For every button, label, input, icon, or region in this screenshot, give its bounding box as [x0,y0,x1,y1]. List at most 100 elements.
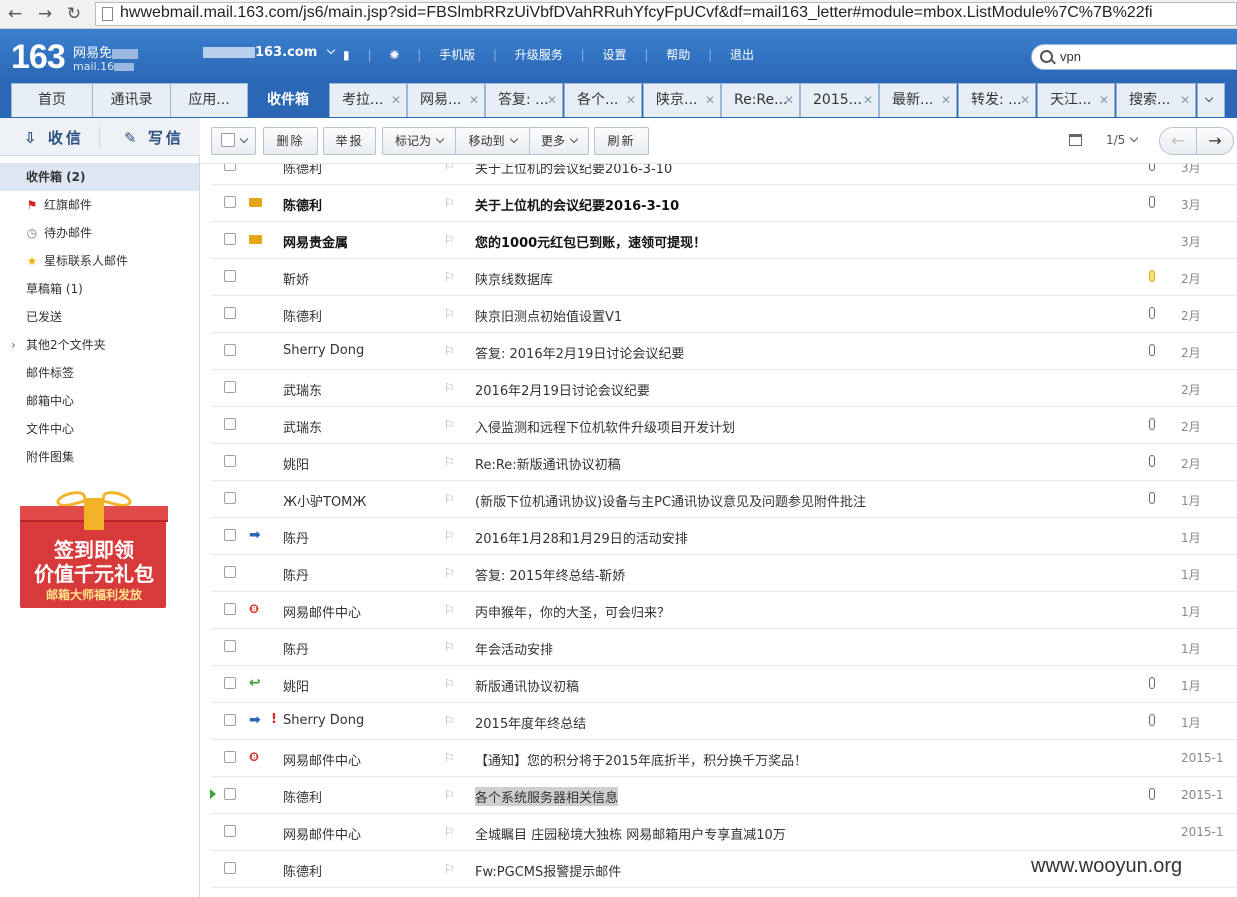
search-icon[interactable] [1040,50,1053,63]
search-box[interactable] [1031,44,1237,70]
mail-sender[interactable]: 网易邮件中心 [283,824,361,843]
mail-subject[interactable]: 您的1000元红包已到账，速领可提现！ [475,232,706,251]
mail-row[interactable]: 陈丹 ⚐ 答复: 2015年终总结-靳娇 1月 [211,555,1237,592]
settings-link[interactable]: 设置 [603,48,627,62]
attachment-icon[interactable] [1149,455,1155,467]
close-icon[interactable]: ✕ [784,84,794,116]
mail-sender[interactable]: 陈德利 [283,164,322,177]
flag-outline-icon[interactable]: ⚐ [444,270,455,284]
mail-subject[interactable]: 【通知】您的积分将于2015年底折半，积分换千万奖品！ [475,750,807,769]
folder-sent[interactable]: 已发送 [0,303,199,331]
flag-outline-icon[interactable]: ⚐ [444,862,455,876]
close-icon[interactable]: ✕ [941,84,951,116]
mail-subject[interactable]: 答复: 2015年终总结-靳娇 [475,565,625,584]
mail-checkbox[interactable] [224,677,236,689]
mail-subject[interactable]: 2016年1月28和1月29日的活动安排 [475,528,688,547]
tab-mail[interactable]: 2015... ✕ [800,83,879,117]
folder-mail-center[interactable]: 邮箱中心 [0,387,199,415]
mail-subject[interactable]: 各个系统服务器相关信息 [475,787,619,806]
close-icon[interactable]: ✕ [1020,84,1030,116]
close-icon[interactable]: ✕ [863,84,873,116]
flag-outline-icon[interactable]: ⚐ [444,640,455,654]
mail-checkbox[interactable] [224,714,236,726]
tab-mail[interactable]: 转发: ... ✕ [958,83,1036,117]
mail-checkbox[interactable] [224,566,236,578]
mail-row[interactable]: 网易邮件中心 ⚐ 全城瞩目 庄园秘境大独栋 网易邮箱用户专享直减10万 2015-1 [211,814,1237,851]
flag-outline-icon[interactable]: ⚐ [444,677,455,691]
mail-row[interactable]: 靳娇 ⚐ 陕京线数据库 2月 [211,259,1237,296]
mail-row[interactable]: ❽ 网易邮件中心 ⚐ 丙申猴年，你的大圣，可会归来？ 1月 [211,592,1237,629]
flag-outline-icon[interactable]: ⚐ [444,529,455,543]
mail-subject[interactable]: (新版下位机通讯协议)设备与主PC通讯协议意见及问题参见附件批注 [475,491,866,510]
forward-icon[interactable]: → [34,3,56,25]
flag-outline-icon[interactable]: ⚐ [444,788,455,802]
upgrade-link[interactable]: 升级服务 [515,48,563,62]
select-all-checkbox[interactable] [220,133,235,147]
flag-outline-icon[interactable]: ⚐ [444,233,455,247]
mail-row[interactable]: 姚阳 ⚐ Re:Re:新版通讯协议初稿 2月 [211,444,1237,481]
mail-sender[interactable]: 陈德利 [283,787,322,806]
flag-outline-icon[interactable]: ⚐ [444,603,455,617]
flag-outline-icon[interactable]: ⚐ [444,307,455,321]
flag-outline-icon[interactable]: ⚐ [444,381,455,395]
mail-checkbox[interactable] [224,825,236,837]
folder-files[interactable]: 文件中心 [0,415,199,443]
tab-mail[interactable]: 最新... ✕ [879,83,957,117]
flag-outline-icon[interactable]: ⚐ [444,344,455,358]
mobile-link[interactable]: 手机版 [439,48,475,62]
folder-attachments[interactable]: 附件图集 [0,443,199,471]
mail-subject[interactable]: Fw:PGCMS报警提示邮件 [475,861,621,880]
reload-icon[interactable]: ↻ [63,3,85,25]
mail-sender[interactable]: 网易贵金属 [283,232,348,251]
folder-drafts[interactable]: 草稿箱 (1) [0,275,199,303]
mail-checkbox[interactable] [224,344,236,356]
flag-outline-icon[interactable]: ⚐ [444,492,455,506]
mail-subject[interactable]: 年会活动安排 [475,639,553,658]
compose-button[interactable]: ✎ 写信 [124,127,184,148]
account-menu[interactable]: 163.com [203,45,336,60]
tab-mail[interactable]: 天江... ✕ [1037,83,1115,117]
folder-inbox[interactable]: 收件箱 (2) [0,163,199,191]
flag-outline-icon[interactable]: ⚐ [444,566,455,580]
attachment-icon[interactable] [1149,270,1155,282]
close-icon[interactable]: ✕ [469,84,479,116]
tab-home[interactable]: 首页 [11,83,93,117]
mail-row[interactable]: 陈德利 ⚐ 陕京旧测点初始值设置V1 2月 [211,296,1237,333]
mail-subject[interactable]: 入侵监测和远程下位机软件升级项目开发计划 [475,417,735,436]
tab-mail[interactable]: Re:Re... ✕ [721,83,800,117]
receive-button[interactable]: ⇩ 收信 [24,127,84,148]
tab-contacts[interactable]: 通讯录 [92,83,171,117]
mail-row[interactable]: ❽ 网易邮件中心 ⚐ 【通知】您的积分将于2015年底折半，积分换千万奖品！ 2015-… [211,740,1237,777]
mail-subject[interactable]: Re:Re:新版通讯协议初稿 [475,454,621,473]
tab-overflow-button[interactable] [1197,83,1225,117]
mail-checkbox[interactable] [224,418,236,430]
mail-row[interactable]: 陈德利 ⚐ 关于上位机的会议纪要2016-3-10 3月 [211,164,1237,185]
mail-checkbox[interactable] [224,603,236,615]
mail-subject[interactable]: 关于上位机的会议纪要2016-3-10 [475,195,679,214]
attachment-icon[interactable] [1149,418,1155,430]
select-all-dropdown[interactable] [211,127,256,155]
delete-button[interactable]: 删除 [263,127,318,155]
help-link[interactable]: 帮助 [666,48,690,62]
flag-outline-icon[interactable]: ⚐ [444,751,455,765]
mail-checkbox[interactable] [224,751,236,763]
tab-inbox[interactable]: 收件箱 [248,83,328,117]
promo-banner[interactable]: 签到即领 价值千元礼包 邮箱大师福利发放 [20,488,168,608]
next-page-button[interactable]: → [1196,127,1234,155]
folder-starred-contacts[interactable]: ★ 星标联系人邮件 [0,247,199,275]
mail-sender[interactable]: 陈德利 [283,861,322,880]
folder-flagged[interactable]: ⚑ 红旗邮件 [0,191,199,219]
logo[interactable]: 163 [11,38,66,77]
mail-row[interactable]: Ж小驴TOMЖ ⚐ (新版下位机通讯协议)设备与主PC通讯协议意见及问题参见附件批注… [211,481,1237,518]
status-icon[interactable]: ▮ [343,48,350,62]
prev-page-button[interactable]: ← [1159,127,1197,155]
mail-checkbox[interactable] [224,529,236,541]
mail-row[interactable]: ➡! Sherry Dong ⚐ 2015年度年终总结 1月 [211,703,1237,740]
mail-subject[interactable]: 2016年2月19日讨论会议纪要 [475,380,650,399]
tab-mail[interactable]: 考拉... ✕ [329,83,407,117]
mail-row[interactable]: 陈丹 ⚐ 年会活动安排 1月 [211,629,1237,666]
mail-checkbox[interactable] [224,196,236,208]
close-icon[interactable]: ✕ [1099,84,1109,116]
flag-outline-icon[interactable]: ⚐ [444,714,455,728]
tab-mail[interactable]: 网易... ✕ [407,83,485,117]
